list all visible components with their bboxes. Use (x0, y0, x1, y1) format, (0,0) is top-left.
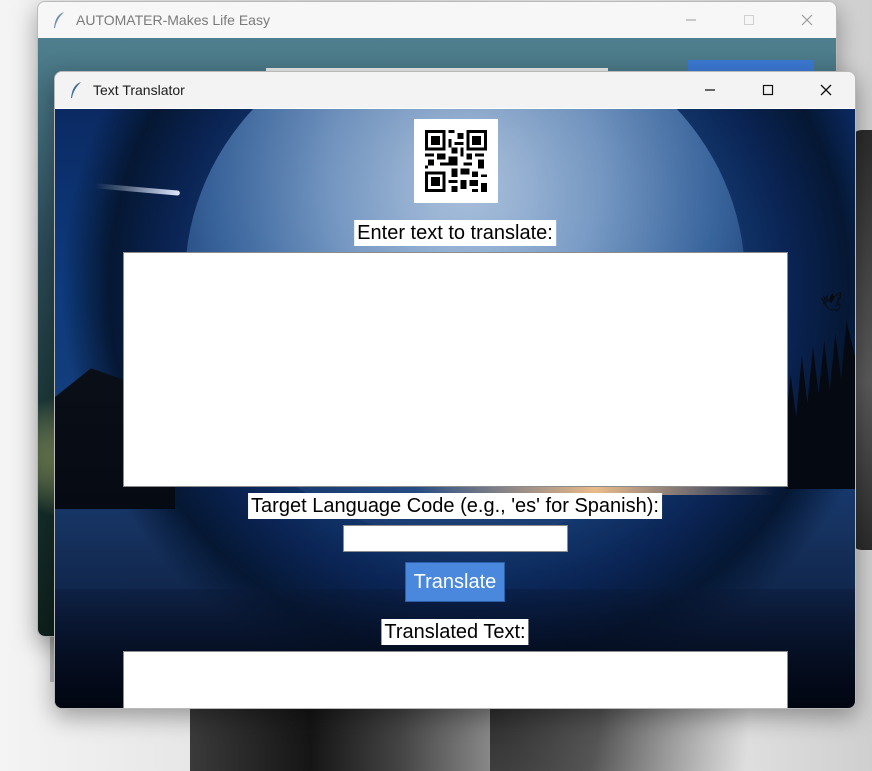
input-text-area[interactable] (123, 252, 788, 487)
minimize-icon[interactable] (681, 72, 739, 108)
comet-image (94, 183, 181, 196)
translate-button[interactable]: Translate (405, 562, 505, 602)
close-icon[interactable] (778, 2, 836, 38)
automater-title: AUTOMATER-Makes Life Easy (76, 12, 270, 28)
qr-code-icon (414, 119, 498, 203)
target-language-input[interactable] (343, 525, 568, 552)
translated-text-label: Translated Text: (381, 619, 529, 645)
maximize-icon[interactable] (720, 2, 778, 38)
close-icon[interactable] (797, 72, 855, 108)
translator-title: Text Translator (93, 82, 185, 98)
automater-titlebar[interactable]: AUTOMATER-Makes Life Easy (38, 2, 836, 38)
feather-icon (52, 11, 66, 29)
feather-icon (69, 81, 83, 99)
translator-titlebar[interactable]: Text Translator (55, 72, 855, 108)
maximize-icon[interactable] (739, 72, 797, 108)
translated-text-area[interactable] (123, 651, 788, 708)
minimize-icon[interactable] (662, 2, 720, 38)
translator-window[interactable]: Text Translator 🕊 Enter text to translat… (54, 71, 856, 709)
desktop-wallpaper-figure (190, 705, 490, 771)
bird-icon: 🕊 (819, 291, 846, 315)
trees-silhouette (785, 321, 855, 489)
translator-content: 🕊 Enter text to translate: Target Langua… (55, 109, 855, 708)
input-text-label: Enter text to translate: (354, 220, 556, 246)
target-language-label: Target Language Code (e.g., 'es' for Spa… (248, 493, 662, 519)
